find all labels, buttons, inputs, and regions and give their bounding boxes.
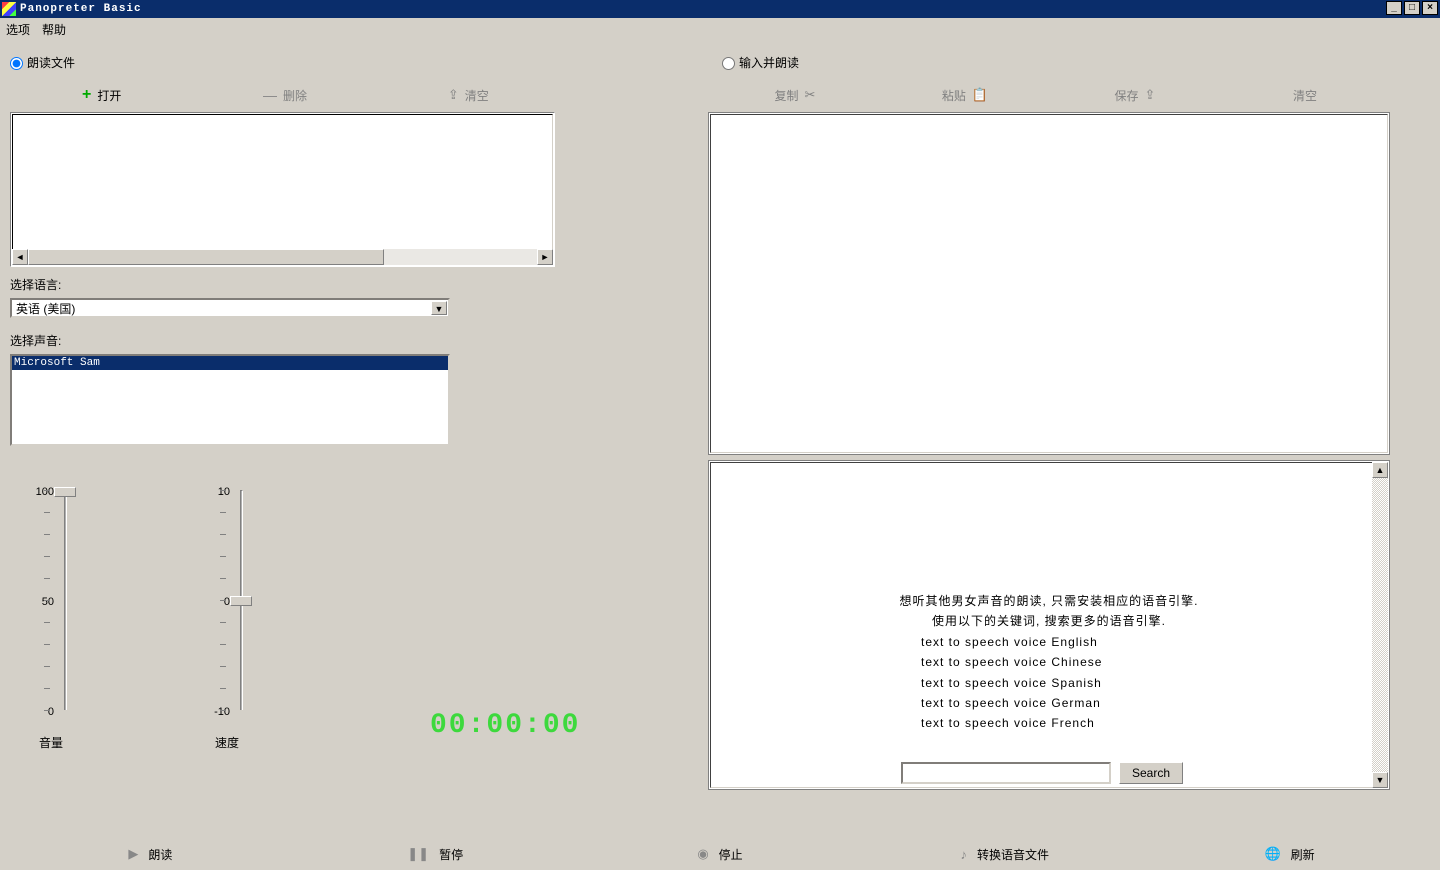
play-label: 朗读	[148, 846, 172, 863]
clear-icon: ⇪	[448, 87, 459, 103]
radio-input-read-label: 输入并朗读	[739, 56, 799, 70]
menu-options[interactable]: 选项	[6, 21, 30, 38]
save-label: 保存	[1115, 87, 1139, 104]
menu-help[interactable]: 帮助	[42, 21, 66, 38]
save-button[interactable]: 保存 ⇪	[1050, 84, 1220, 106]
copy-icon: ✂	[805, 87, 816, 103]
delete-label: 删除	[283, 87, 307, 104]
info-panel: 想听其他男女声音的朗读, 只需安装相应的语音引擎. 使用以下的关键词, 搜索更多…	[708, 460, 1390, 790]
stop-button[interactable]: ◉ 停止	[578, 846, 863, 863]
chevron-down-icon[interactable]: ▼	[431, 301, 447, 315]
volume-caption: 音量	[26, 734, 76, 751]
copy-label: 复制	[775, 87, 799, 104]
scroll-thumb[interactable]	[28, 249, 384, 265]
stop-label: 停止	[719, 846, 743, 863]
scroll-down-icon[interactable]: ▼	[1372, 772, 1388, 788]
refresh-label: 刷新	[1291, 846, 1315, 863]
info-line1: 想听其他男女声音的朗读, 只需安装相应的语音引擎.	[711, 591, 1387, 611]
speed-caption: 速度	[202, 734, 252, 751]
bottom-bar: ▶ 朗读 ❚❚ 暂停 ◉ 停止 ♪ 转换语音文件 🌐 刷新	[0, 838, 1440, 870]
radio-read-file-label: 朗读文件	[27, 56, 75, 70]
info-kw2: text to speech voice Chinese	[711, 652, 1387, 672]
file-list[interactable]: ◄ ►	[10, 112, 555, 267]
content-area: 朗读文件 输入并朗读 + 打开 — 删除 ⇪ 清空 复制 ✂ 粘贴 📋 保存 ⇪ 清空 ◄ …	[0, 40, 1440, 870]
delete-button[interactable]: — 删除	[193, 84, 376, 106]
menubar: 选项 帮助	[0, 18, 1440, 40]
info-panel-inner: 想听其他男女声音的朗读, 只需安装相应的语音引擎. 使用以下的关键词, 搜索更多…	[710, 462, 1388, 788]
clear-right-button[interactable]: 清空	[1220, 84, 1390, 106]
save-icon: ⇪	[1145, 87, 1156, 103]
scroll-left-icon[interactable]: ◄	[12, 249, 28, 265]
left-toolbar: + 打开 — 删除 ⇪ 清空	[10, 84, 560, 106]
paste-button[interactable]: 粘贴 📋	[880, 84, 1050, 106]
volume-track	[64, 490, 67, 710]
pause-icon: ❚❚	[407, 846, 429, 862]
text-input-inner[interactable]	[710, 114, 1388, 453]
scroll-right-icon[interactable]: ►	[537, 249, 553, 265]
voice-list[interactable]: Microsoft Sam	[10, 354, 450, 446]
app-title: Panopreter Basic	[20, 3, 142, 15]
speed-ticks	[220, 490, 230, 710]
text-input-area[interactable]	[708, 112, 1390, 455]
search-row: Search	[901, 762, 1183, 784]
paste-icon: 📋	[972, 87, 988, 103]
maximize-button[interactable]: □	[1404, 1, 1420, 15]
play-button[interactable]: ▶ 朗读	[8, 846, 293, 863]
pause-label: 暂停	[439, 846, 463, 863]
clear-left-label: 清空	[465, 87, 489, 104]
voice-item-selected[interactable]: Microsoft Sam	[12, 356, 448, 370]
select-voice-label: 选择声音:	[10, 332, 61, 349]
convert-icon: ♪	[961, 847, 968, 862]
speed-slider[interactable]	[232, 490, 250, 710]
convert-label: 转换语音文件	[977, 846, 1049, 863]
clear-right-label: 清空	[1293, 87, 1317, 104]
close-button[interactable]: ×	[1422, 1, 1438, 15]
info-kw1: text to speech voice English	[711, 632, 1387, 652]
stop-icon: ◉	[697, 846, 708, 862]
clear-left-button[interactable]: ⇪ 清空	[377, 84, 560, 106]
info-kw5: text to speech voice French	[711, 713, 1387, 733]
search-button[interactable]: Search	[1119, 762, 1183, 784]
minus-icon: —	[263, 87, 277, 103]
radio-input-read-input[interactable]	[722, 57, 735, 70]
open-button[interactable]: + 打开	[10, 84, 193, 106]
refresh-button[interactable]: 🌐 刷新	[1147, 846, 1432, 863]
file-list-inner	[12, 114, 553, 265]
copy-button[interactable]: 复制 ✂	[710, 84, 880, 106]
plus-icon: +	[82, 86, 91, 104]
time-display: 00:00:00	[430, 710, 580, 741]
volume-thumb[interactable]	[54, 487, 76, 497]
window-controls: _ □ ×	[1386, 1, 1438, 15]
speed-thumb[interactable]	[230, 596, 252, 606]
minimize-button[interactable]: _	[1386, 1, 1402, 15]
pause-button[interactable]: ❚❚ 暂停	[293, 846, 578, 863]
radio-read-file-input[interactable]	[10, 57, 23, 70]
convert-button[interactable]: ♪ 转换语音文件	[862, 846, 1147, 863]
info-line2: 使用以下的关键词, 搜索更多的语音引擎.	[711, 611, 1387, 631]
play-icon: ▶	[128, 846, 138, 862]
info-kw4: text to speech voice German	[711, 693, 1387, 713]
search-input[interactable]	[901, 762, 1111, 784]
language-combo[interactable]: 英语 (美国) ▼	[10, 298, 450, 318]
language-value: 英语 (美国)	[16, 300, 75, 317]
speed-slider-group: 10 0 -10	[186, 490, 266, 720]
app-icon	[2, 2, 16, 16]
volume-slider-group: 100 50 0	[10, 490, 90, 720]
info-vscroll[interactable]: ▲ ▼	[1372, 462, 1388, 788]
select-language-label: 选择语言:	[10, 276, 61, 293]
radio-read-file[interactable]: 朗读文件	[10, 54, 75, 71]
right-toolbar: 复制 ✂ 粘贴 📋 保存 ⇪ 清空	[710, 84, 1390, 106]
file-list-hscroll[interactable]: ◄ ►	[12, 249, 553, 265]
titlebar: Panopreter Basic _ □ ×	[0, 0, 1440, 18]
paste-label: 粘贴	[942, 87, 966, 104]
volume-slider[interactable]	[56, 490, 74, 710]
scroll-track[interactable]	[28, 249, 537, 265]
open-label: 打开	[97, 87, 121, 104]
scroll-up-icon[interactable]: ▲	[1372, 462, 1388, 478]
info-kw3: text to speech voice Spanish	[711, 673, 1387, 693]
globe-icon: 🌐	[1264, 846, 1280, 862]
radio-input-read[interactable]: 输入并朗读	[722, 54, 799, 71]
volume-ticks	[44, 490, 54, 710]
